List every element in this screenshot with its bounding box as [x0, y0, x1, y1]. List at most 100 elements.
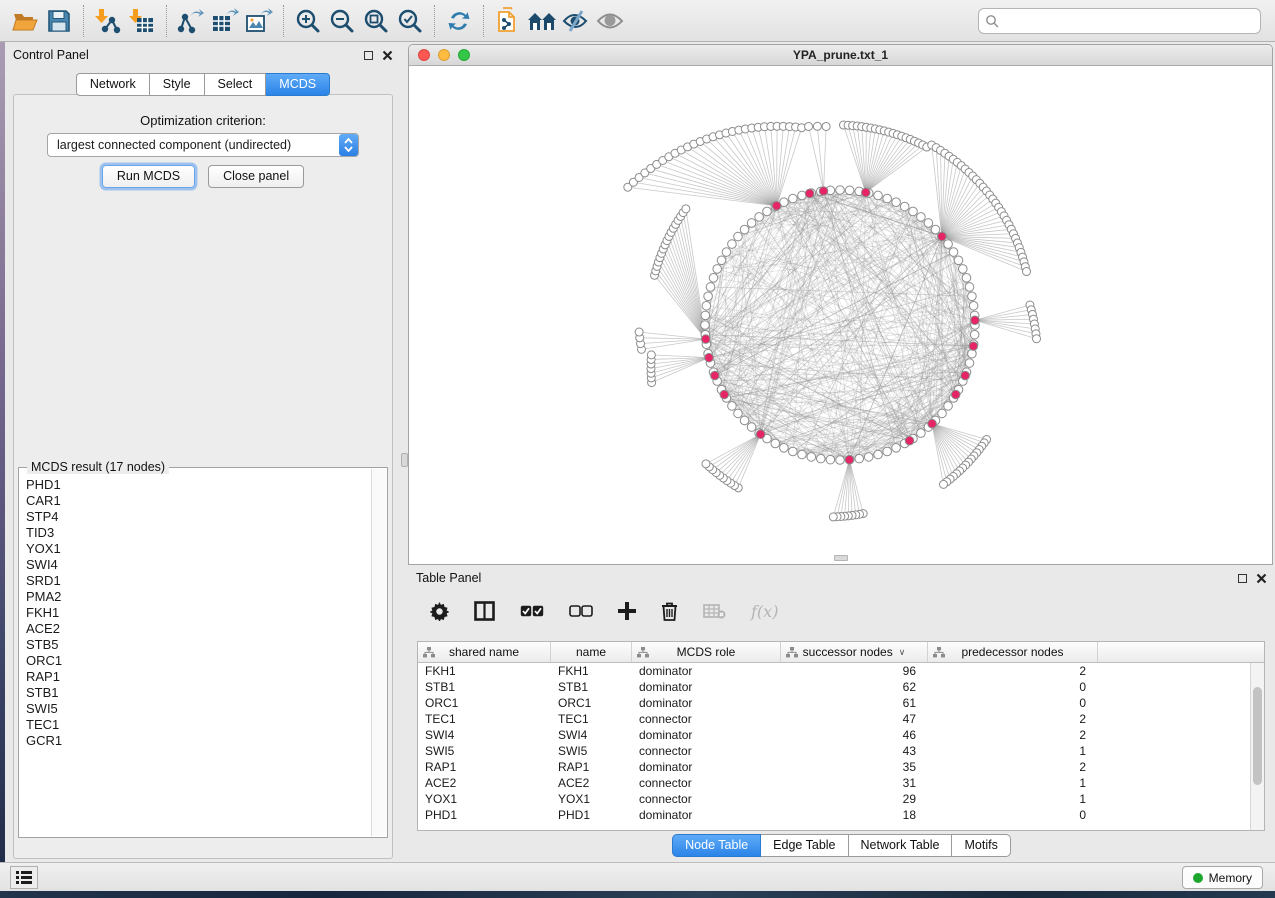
list-item[interactable]: CAR1 [20, 493, 371, 509]
application-window: Control Panel Network Style Select MCDS … [0, 0, 1275, 898]
network-canvas[interactable] [409, 66, 1272, 563]
table-row[interactable]: ORC1ORC1dominator610 [418, 695, 1250, 711]
tab-mcds[interactable]: MCDS [266, 73, 330, 96]
vertical-splitter[interactable] [401, 42, 408, 862]
import-table-button[interactable] [125, 5, 159, 37]
zoom-selected-button[interactable] [393, 5, 427, 37]
list-item[interactable]: PHD1 [20, 477, 371, 493]
tab-network-table[interactable]: Network Table [849, 834, 953, 857]
network-window-titlebar[interactable]: YPA_prune.txt_1 [409, 45, 1272, 66]
main-toolbar [0, 0, 1275, 42]
list-item[interactable]: SWI4 [20, 557, 371, 573]
refresh-view-button[interactable] [442, 5, 476, 37]
close-panel-icon[interactable] [1256, 573, 1267, 584]
criterion-select[interactable]: largest connected component (undirected) [47, 133, 359, 157]
deselect-all-button[interactable] [569, 605, 593, 617]
close-panel-button[interactable]: Close panel [208, 165, 304, 188]
search-field[interactable] [978, 8, 1261, 34]
table-row[interactable]: SWI4SWI4dominator462 [418, 727, 1250, 743]
list-item[interactable]: TID3 [20, 525, 371, 541]
column-header-name[interactable]: name [551, 642, 632, 662]
column-header-predecessor-nodes[interactable]: predecessor nodes [928, 642, 1098, 662]
run-mcds-button[interactable]: Run MCDS [102, 165, 195, 188]
list-item[interactable]: STP4 [20, 509, 371, 525]
minimize-window-button[interactable] [438, 49, 450, 61]
tab-select[interactable]: Select [205, 73, 267, 96]
float-panel-icon[interactable] [1238, 574, 1247, 583]
export-network-button[interactable] [174, 5, 208, 37]
tab-node-table[interactable]: Node Table [672, 834, 761, 857]
export-network-icon [177, 8, 205, 34]
show-details-button[interactable] [593, 5, 627, 37]
close-window-button[interactable] [418, 49, 430, 61]
save-icon [47, 9, 71, 33]
list-item[interactable]: ACE2 [20, 621, 371, 637]
save-session-button[interactable] [42, 5, 76, 37]
float-panel-icon[interactable] [364, 51, 373, 60]
zoom-out-icon [329, 8, 355, 34]
table-row[interactable]: FKH1FKH1dominator962 [418, 663, 1250, 679]
column-header-mcds-role[interactable]: MCDS role [632, 642, 781, 662]
export-table-button[interactable] [208, 5, 242, 37]
memory-button[interactable]: Memory [1182, 866, 1263, 889]
task-history-button[interactable] [10, 866, 38, 889]
mcds-list-scrollbar[interactable] [371, 469, 386, 836]
tab-edge-table[interactable]: Edge Table [761, 834, 848, 857]
list-item[interactable]: ORC1 [20, 653, 371, 669]
table-row[interactable]: YOX1YOX1connector291 [418, 791, 1250, 807]
tab-network[interactable]: Network [76, 73, 150, 96]
list-item[interactable]: PMA2 [20, 589, 371, 605]
table-row[interactable]: TEC1TEC1connector472 [418, 711, 1250, 727]
delete-column-button[interactable] [661, 602, 678, 621]
table-row[interactable]: SWI5SWI5connector431 [418, 743, 1250, 759]
table-row[interactable]: ACE2ACE2connector311 [418, 775, 1250, 791]
column-label: MCDS role [677, 645, 736, 659]
horizontal-splitter-handle[interactable] [834, 555, 848, 561]
tab-motifs[interactable]: Motifs [952, 834, 1010, 857]
maximize-window-button[interactable] [458, 49, 470, 61]
list-item[interactable]: STB5 [20, 637, 371, 653]
table-row[interactable]: RAP1RAP1dominator352 [418, 759, 1250, 775]
table-scrollbar[interactable] [1250, 663, 1264, 830]
open-file-button[interactable] [8, 5, 42, 37]
dominator-node [705, 353, 714, 362]
column-header-successor-nodes[interactable]: successor nodes ∨ [781, 642, 928, 662]
list-item[interactable]: YOX1 [20, 541, 371, 557]
list-item[interactable]: TEC1 [20, 717, 371, 733]
search-input[interactable] [999, 14, 1254, 28]
import-network-button[interactable] [91, 5, 125, 37]
home-networks-button[interactable] [525, 5, 559, 37]
hide-details-button[interactable] [559, 5, 593, 37]
dominator-node [969, 342, 978, 351]
export-image-button[interactable] [242, 5, 276, 37]
list-item[interactable]: FKH1 [20, 605, 371, 621]
dominator-node [845, 455, 854, 464]
list-item[interactable]: RAP1 [20, 669, 371, 685]
splitter-handle[interactable] [401, 453, 408, 467]
list-item[interactable]: SRD1 [20, 573, 371, 589]
dominator-node [701, 335, 710, 344]
column-header-shared-name[interactable]: shared name [418, 642, 551, 662]
dominator-node [905, 436, 914, 445]
network-graph[interactable] [409, 66, 1272, 563]
network-nodes[interactable] [624, 121, 1041, 521]
share-network-document-button[interactable] [491, 5, 525, 37]
import-table-icon [129, 8, 155, 34]
list-item[interactable]: STB1 [20, 685, 371, 701]
list-item[interactable]: SWI5 [20, 701, 371, 717]
table-row[interactable]: PHD1PHD1dominator180 [418, 807, 1250, 823]
memory-label: Memory [1209, 871, 1252, 885]
zoom-in-button[interactable] [291, 5, 325, 37]
zoom-fit-button[interactable] [359, 5, 393, 37]
select-all-button[interactable] [520, 605, 544, 617]
table-scrollbar-thumb[interactable] [1253, 687, 1262, 785]
export-image-icon [245, 8, 273, 34]
show-columns-button[interactable] [474, 601, 495, 621]
list-item[interactable]: GCR1 [20, 733, 371, 749]
table-settings-button[interactable] [430, 602, 449, 621]
table-row[interactable]: STB1STB1dominator620 [418, 679, 1250, 695]
close-panel-icon[interactable] [382, 50, 393, 61]
add-column-button[interactable] [618, 602, 636, 620]
tab-style[interactable]: Style [150, 73, 205, 96]
zoom-out-button[interactable] [325, 5, 359, 37]
